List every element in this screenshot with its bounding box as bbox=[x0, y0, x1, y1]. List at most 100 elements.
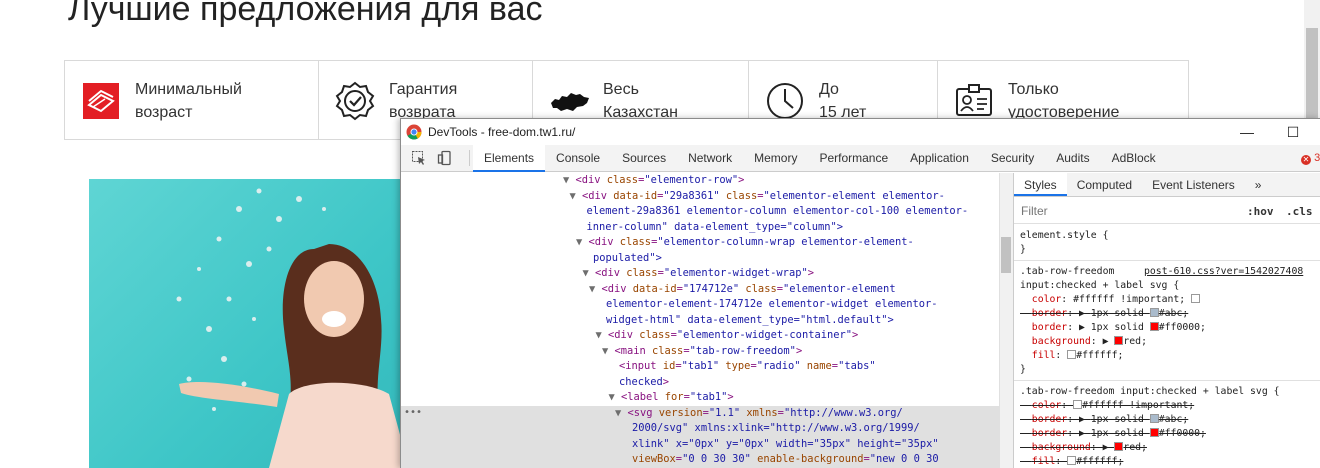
expand-triangle-icon[interactable]: ▼ bbox=[595, 329, 608, 341]
expand-triangle-icon[interactable]: ▼ bbox=[563, 174, 576, 186]
expand-triangle-icon[interactable]: ▼ bbox=[602, 345, 615, 357]
expand-triangle-icon[interactable]: ▼ bbox=[582, 267, 595, 279]
color-swatch[interactable] bbox=[1067, 350, 1077, 359]
dom-node-line[interactable]: element-29a8361 elementor-column element… bbox=[401, 204, 999, 220]
dom-node-line[interactable]: ▼ <div class="elementor-column-wrap elem… bbox=[401, 235, 999, 251]
elements-scrollbar-thumb[interactable] bbox=[1001, 237, 1011, 273]
expand-triangle-icon[interactable]: ▼ bbox=[615, 407, 628, 419]
dom-node-text: <input id="tab1" type="radio" name="tabs… bbox=[619, 360, 876, 372]
css-property-name: border bbox=[1031, 414, 1068, 425]
dom-node-line[interactable]: ▼ <div class="elementor-row"> bbox=[401, 173, 999, 189]
css-declaration[interactable]: fill: #ffffff; bbox=[1020, 349, 1320, 363]
dom-node-line[interactable]: populated"> bbox=[401, 251, 999, 267]
css-property-value: red; bbox=[1123, 442, 1147, 453]
dom-node-line[interactable]: elementor-element-174712e elementor-widg… bbox=[401, 297, 999, 313]
expand-shorthand-icon: ▶ bbox=[1102, 336, 1115, 347]
style-text: : bbox=[1067, 308, 1079, 319]
hov-toggle[interactable]: :hov bbox=[1247, 205, 1274, 218]
feature-line1: Весь bbox=[603, 81, 639, 98]
cls-toggle[interactable]: .cls bbox=[1286, 205, 1313, 218]
rule-selector-line[interactable]: input:checked + label svg { bbox=[1020, 279, 1320, 293]
elements-tree[interactable]: ▼ <div class="elementor-row"> ▼ <div data… bbox=[401, 173, 999, 468]
css-property-value: 1px solid bbox=[1090, 414, 1150, 425]
id-card-icon bbox=[956, 84, 992, 116]
tab-performance[interactable]: Performance bbox=[808, 145, 899, 172]
rule-source-link[interactable]: post-610.css?ver=1542027408 bbox=[1144, 265, 1303, 279]
tab-security[interactable]: Security bbox=[980, 145, 1045, 172]
style-text: } bbox=[1020, 364, 1026, 375]
tab-elements[interactable]: Elements bbox=[473, 145, 546, 172]
color-swatch[interactable] bbox=[1149, 308, 1159, 317]
dom-node-line[interactable]: ▼ <div class="elementor-widget-container… bbox=[401, 328, 999, 344]
css-declaration[interactable]: color: #ffffff !important; bbox=[1020, 293, 1320, 307]
expand-triangle-icon[interactable]: ▼ bbox=[589, 283, 602, 295]
feature-line1: Только bbox=[1008, 81, 1059, 98]
style-text bbox=[1020, 336, 1032, 347]
selected-node-ellipsis[interactable]: ••• bbox=[404, 407, 422, 418]
dom-node-line[interactable]: ▼ <div data-id="29a8361" class="elemento… bbox=[401, 189, 999, 205]
css-property-name: fill bbox=[1031, 456, 1056, 467]
dom-node-line[interactable]: widget-html" data-element_type="html.def… bbox=[401, 313, 999, 329]
css-declaration[interactable]: background: ▶ red; bbox=[1020, 335, 1320, 349]
expand-triangle-icon[interactable]: ▼ bbox=[576, 236, 589, 248]
dom-node-text: <main class="tab-row-freedom"> bbox=[614, 344, 803, 357]
dom-node-line[interactable]: viewBox="0 0 30 30" enable-background="n… bbox=[401, 452, 999, 468]
css-declaration[interactable]: border: ▶ 1px solid #ff0000; bbox=[1020, 321, 1320, 335]
dom-node-text: element-29a8361 elementor-column element… bbox=[586, 205, 969, 217]
css-property-value: #ff0000; bbox=[1158, 322, 1206, 333]
tab-memory[interactable]: Memory bbox=[743, 145, 808, 172]
css-declaration[interactable]: border: ▶ 1px solid #ff0000; bbox=[1020, 427, 1320, 441]
dom-node-line[interactable]: checked> bbox=[401, 375, 999, 391]
dom-node-line[interactable]: ▼ <svg version="1.1" xmlns="http://www.w… bbox=[401, 405, 999, 421]
color-swatch[interactable] bbox=[1073, 400, 1083, 409]
tab-styles[interactable]: Styles bbox=[1014, 173, 1067, 196]
error-counter[interactable]: ✕ 3 bbox=[1301, 152, 1320, 165]
css-property-value: #ffffff; bbox=[1076, 350, 1124, 361]
css-declaration[interactable]: fill: #ffffff; bbox=[1020, 455, 1320, 468]
css-declaration[interactable]: border: ▶ 1px solid #abc; bbox=[1020, 307, 1320, 321]
inspect-element-icon[interactable] bbox=[411, 150, 427, 166]
dom-node-line[interactable]: inner-column" data-element_type="column"… bbox=[401, 220, 999, 236]
dom-node-line[interactable]: ▼ <div class="elementor-widget-wrap"> bbox=[401, 266, 999, 282]
color-swatch[interactable] bbox=[1149, 414, 1159, 423]
tab-sources[interactable]: Sources bbox=[611, 145, 677, 172]
tab-event-listeners[interactable]: Event Listeners bbox=[1142, 173, 1245, 196]
rule-header[interactable]: .tab-row-freedom post-610.css?ver=1542027… bbox=[1020, 265, 1320, 279]
page-scrollbar-thumb[interactable] bbox=[1306, 28, 1318, 120]
maximize-button[interactable]: ☐ bbox=[1283, 122, 1303, 142]
element-style-rule[interactable]: element.style { bbox=[1020, 229, 1320, 243]
elements-scrollbar[interactable] bbox=[999, 173, 1013, 468]
dom-node-text: 2000/svg" xmlns:xlink="http://www.w3.org… bbox=[632, 422, 920, 434]
color-swatch[interactable] bbox=[1067, 456, 1077, 465]
styles-filter-input[interactable] bbox=[1019, 202, 1237, 220]
device-toolbar-icon[interactable] bbox=[437, 150, 453, 166]
dom-node-line[interactable]: ▼ <main class="tab-row-freedom"> bbox=[401, 344, 999, 360]
dom-node-line[interactable]: ▼ <div data-id="174712e" class="elemento… bbox=[401, 282, 999, 298]
minimize-button[interactable]: — bbox=[1237, 122, 1257, 142]
color-swatch[interactable] bbox=[1149, 322, 1159, 331]
css-declaration[interactable]: border: ▶ 1px solid #abc; bbox=[1020, 413, 1320, 427]
color-swatch[interactable] bbox=[1149, 428, 1159, 437]
css-declaration[interactable]: background: ▶ red; bbox=[1020, 441, 1320, 455]
devtools-titlebar[interactable]: DevTools - free-dom.tw1.ru/ — ☐ bbox=[401, 119, 1320, 145]
style-text: : bbox=[1067, 428, 1079, 439]
color-swatch[interactable] bbox=[1191, 294, 1201, 303]
tab-network[interactable]: Network bbox=[677, 145, 743, 172]
css-property-value: #ffffff; bbox=[1076, 456, 1124, 467]
css-property-name: border bbox=[1031, 322, 1068, 333]
devtools-toolbar: Elements Console Sources Network Memory … bbox=[401, 145, 1320, 172]
dom-node-line[interactable]: ▼ <label for="tab1"> bbox=[401, 390, 999, 406]
dom-node-line[interactable]: xlink" x="0px" y="0px" width="35px" heig… bbox=[401, 436, 999, 452]
expand-triangle-icon[interactable]: ▼ bbox=[608, 391, 621, 403]
tab-computed[interactable]: Computed bbox=[1067, 173, 1142, 196]
expand-triangle-icon[interactable]: ▼ bbox=[569, 190, 582, 202]
tab-adblock[interactable]: AdBlock bbox=[1101, 145, 1167, 172]
dom-node-line[interactable]: <input id="tab1" type="radio" name="tabs… bbox=[401, 359, 999, 375]
dom-node-line[interactable]: 2000/svg" xmlns:xlink="http://www.w3.org… bbox=[401, 421, 999, 437]
tab-audits[interactable]: Audits bbox=[1045, 145, 1100, 172]
tab-console[interactable]: Console bbox=[545, 145, 611, 172]
css-declaration[interactable]: color: #ffffff !important; bbox=[1020, 399, 1320, 413]
rule-selector-line[interactable]: .tab-row-freedom input:checked + label s… bbox=[1020, 385, 1320, 399]
more-tabs-button[interactable]: » bbox=[1245, 173, 1272, 196]
tab-application[interactable]: Application bbox=[899, 145, 980, 172]
